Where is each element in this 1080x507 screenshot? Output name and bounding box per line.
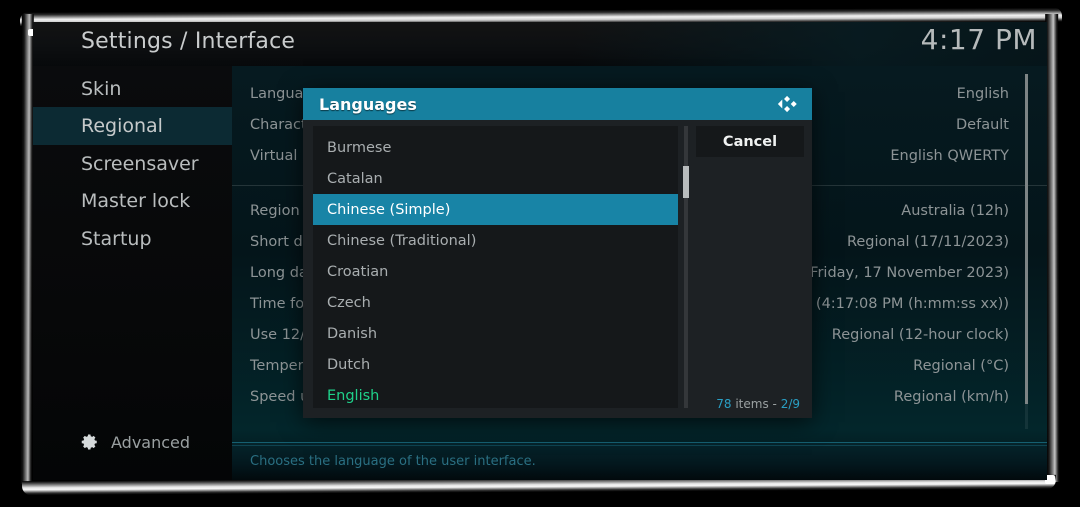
top-bar: Settings / Interface 4:17 PM [33, 22, 1047, 66]
dialog-header: Languages [303, 88, 812, 120]
list-item-current[interactable]: English [313, 380, 678, 408]
language-list: Burmese Catalan Chinese (Simple) Chinese… [313, 126, 678, 408]
item-count-status: 78 items - 2/9 [716, 397, 800, 411]
sidebar-item-screensaver[interactable]: Screensaver [33, 145, 232, 183]
page-indicator: 2/9 [780, 397, 800, 411]
setting-value: Regional (17/11/2023) [846, 234, 1009, 250]
sidebar-item-master-lock[interactable]: Master lock [33, 182, 232, 220]
languages-dialog: Languages Burmese Catalan Chinese (Simpl… [303, 88, 812, 418]
help-text: Chooses the language of the user interfa… [250, 454, 536, 469]
help-strip: Chooses the language of the user interfa… [232, 442, 1047, 480]
list-item-label: Croatian [327, 263, 389, 280]
list-item[interactable]: Chinese (Traditional) [313, 225, 678, 256]
setting-value: Regional (12-hour clock) [831, 327, 1009, 343]
list-item-label: Czech [327, 294, 371, 311]
clock: 4:17 PM [920, 23, 1037, 56]
device-frame: Settings / Interface 4:17 PM Skin Region… [0, 0, 1080, 507]
sidebar-item-startup[interactable]: Startup [33, 220, 232, 258]
advanced-label: Advanced [111, 432, 191, 452]
item-count-number: 78 [716, 397, 732, 411]
list-item-label: Catalan [327, 170, 383, 187]
list-item[interactable]: Danish [313, 318, 678, 349]
list-item-selected[interactable]: Chinese (Simple) [313, 194, 678, 225]
category-sidebar: Skin Regional Screensaver Master lock St… [33, 66, 232, 480]
gear-icon [81, 434, 97, 450]
settings-scrollbar-thumb[interactable] [1025, 74, 1028, 404]
list-item-label: English [327, 387, 380, 404]
list-item-label: Chinese (Traditional) [327, 232, 477, 249]
sidebar-item-label: Master lock [81, 190, 191, 212]
dialog-title: Languages [319, 95, 417, 114]
list-item[interactable]: Croatian [313, 256, 678, 287]
list-item-label: Dutch [327, 356, 371, 373]
list-item-label: Chinese (Simple) [327, 201, 451, 218]
cancel-button-label: Cancel [722, 133, 778, 150]
list-item-label: Danish [327, 325, 378, 342]
dialog-scrollbar-thumb[interactable] [683, 166, 689, 198]
sidebar-item-label: Screensaver [81, 153, 199, 175]
list-item-label: Burmese [327, 139, 392, 156]
sidebar-item-regional[interactable]: Regional [33, 107, 232, 145]
setting-value: English QWERTY [890, 148, 1009, 164]
list-item[interactable]: Burmese [313, 132, 678, 163]
advanced-button[interactable]: Advanced [33, 426, 232, 458]
list-item[interactable]: Dutch [313, 349, 678, 380]
kodi-logo-icon [777, 95, 797, 113]
sidebar-item-skin[interactable]: Skin [33, 70, 232, 108]
bezel-left [20, 14, 34, 484]
bezel-right [1045, 14, 1060, 482]
list-item[interactable]: Czech [313, 287, 678, 318]
page-title: Settings / Interface [81, 29, 296, 54]
sidebar-item-label: Skin [81, 78, 122, 100]
setting-value: Regional (km/h) [893, 389, 1009, 405]
setting-value: Default [956, 117, 1009, 133]
dialog-body: Burmese Catalan Chinese (Simple) Chinese… [303, 120, 812, 418]
kodi-screen: Settings / Interface 4:17 PM Skin Region… [33, 22, 1047, 480]
setting-value: Regional (°C) [913, 358, 1009, 374]
list-item[interactable]: Catalan [313, 163, 678, 194]
item-count-label: items - [735, 397, 777, 411]
setting-label: Region [250, 203, 300, 219]
setting-value: English [956, 86, 1009, 102]
sidebar-item-label: Startup [81, 228, 152, 250]
setting-value: Australia (12h) [901, 203, 1009, 219]
sidebar-item-label: Regional [81, 115, 163, 137]
cancel-button[interactable]: Cancel [696, 126, 804, 157]
